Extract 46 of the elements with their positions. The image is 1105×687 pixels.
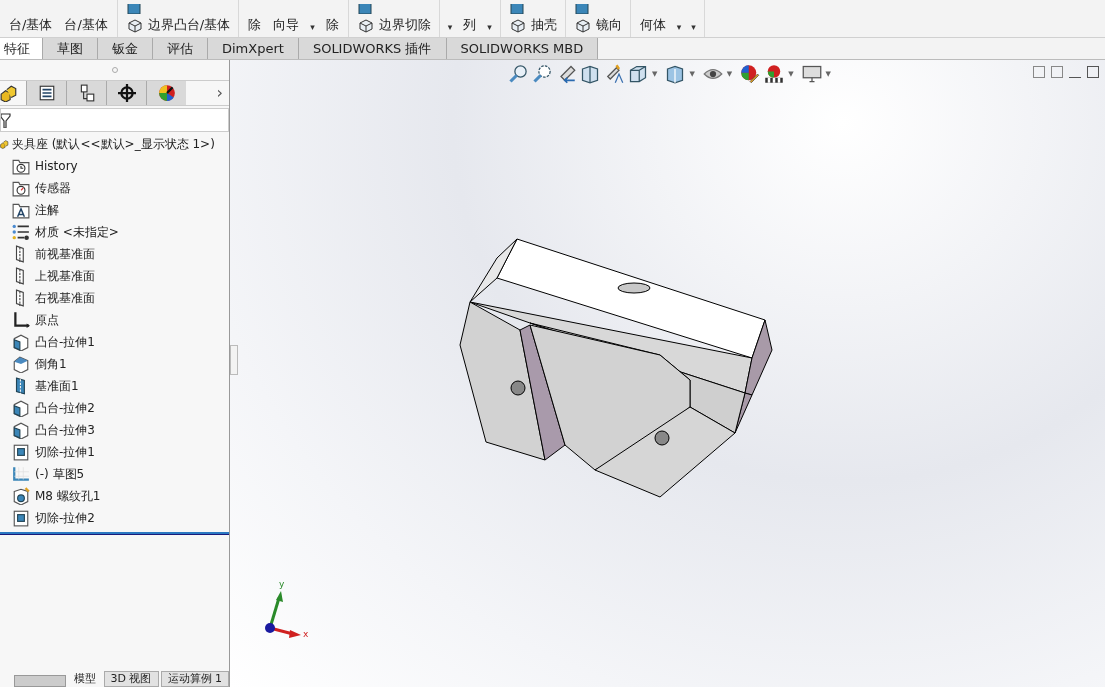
dropdown-caret-icon[interactable]: ▾ xyxy=(447,21,453,37)
ribbon-button[interactable]: 向导 xyxy=(272,0,301,37)
tree-item[interactable]: 夹具座 (默认<<默认>_显示状态 1>) xyxy=(0,133,229,155)
ribbon-tab[interactable]: 特征 xyxy=(0,38,43,59)
tree-item[interactable]: 材质 <未指定> xyxy=(0,221,229,243)
tree-item[interactable]: 凸台-拉伸1 xyxy=(0,331,229,353)
ribbon-button[interactable]: 台/基体 xyxy=(8,0,54,37)
ribbon-button[interactable]: 除 xyxy=(324,0,340,37)
chevron-right-button[interactable]: › xyxy=(216,81,229,105)
ribbon-tab[interactable]: SOLIDWORKS 插件 xyxy=(298,38,447,59)
tree-item[interactable]: M8 螺纹孔1 xyxy=(0,485,229,507)
ribbon-button[interactable]: 抽壳 xyxy=(508,16,557,34)
tree-item[interactable]: 切除-拉伸2 xyxy=(0,507,229,529)
ribbon-button[interactable]: 何体 xyxy=(638,0,667,37)
tree-item[interactable]: 右视基准面 xyxy=(0,287,229,309)
dropdown-caret-icon[interactable]: ▾ xyxy=(676,21,682,37)
tree-item[interactable]: 前视基准面 xyxy=(0,243,229,265)
tree-item[interactable]: History xyxy=(0,155,229,177)
ribbon-button[interactable]: 边界切除 xyxy=(356,16,431,34)
y-axis-label: y xyxy=(279,580,285,589)
ribbon-tab[interactable]: DimXpert xyxy=(208,38,299,59)
ribbon-tab[interactable]: 钣金 xyxy=(98,38,153,59)
ribbon-button[interactable]: 镜向 xyxy=(573,16,622,34)
tree-item[interactable]: 倒角1 xyxy=(0,353,229,375)
tree-item[interactable]: 注解 xyxy=(0,199,229,221)
ribbon-tab[interactable]: SOLIDWORKS MBD xyxy=(446,38,599,59)
ribbon-button[interactable]: 台/基体 xyxy=(63,0,109,37)
tree-item[interactable]: 上视基准面 xyxy=(0,265,229,287)
tree-item[interactable]: 凸台-拉伸3 xyxy=(0,419,229,441)
dropdown-caret-icon[interactable]: ▾ xyxy=(310,21,315,37)
tree-item[interactable]: 传感器 xyxy=(0,177,229,199)
ribbon-tab[interactable]: 草图 xyxy=(43,38,98,59)
tree-item[interactable]: 切除-拉伸1 xyxy=(0,441,229,463)
tree-item[interactable]: 基准面1 xyxy=(0,375,229,397)
dropdown-caret-icon[interactable]: ▾ xyxy=(487,21,492,37)
ribbon-button[interactable]: 列 xyxy=(462,0,478,37)
dropdown-caret-icon[interactable]: ▾ xyxy=(691,21,696,37)
tree-item[interactable]: 凸台-拉伸2 xyxy=(0,397,229,419)
x-axis-label: x xyxy=(303,630,309,639)
ribbon-button[interactable]: 除 xyxy=(247,0,263,37)
tree-item[interactable]: (-) 草图5 xyxy=(0,463,229,485)
bottom-tab[interactable]: 3D 视图 xyxy=(103,671,159,687)
ribbon-tab[interactable]: 评估 xyxy=(153,38,208,59)
bottom-tab[interactable]: 运动算例 1 xyxy=(160,671,229,687)
tree-item[interactable]: 原点 xyxy=(0,309,229,331)
ribbon-button[interactable]: 边界凸台/基体 xyxy=(125,16,231,34)
